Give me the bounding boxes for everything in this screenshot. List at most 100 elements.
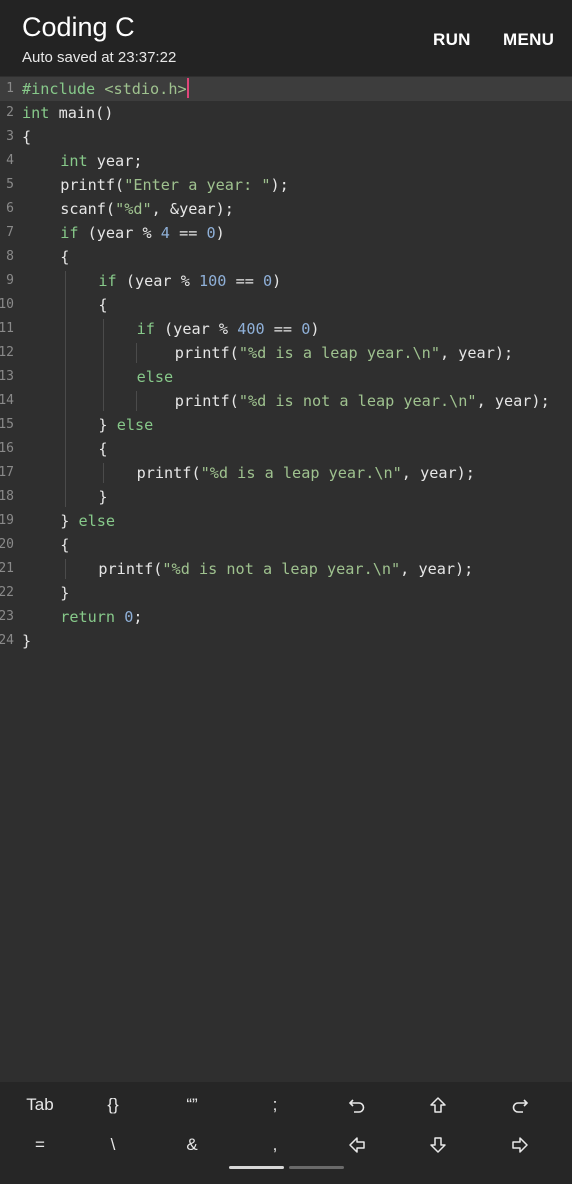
- code-line[interactable]: 5 printf("Enter a year: ");: [0, 173, 572, 197]
- line-number: 10: [0, 297, 14, 312]
- code-text: printf("%d is a leap year.\n", year);: [174, 344, 514, 362]
- arrow-right-icon[interactable]: [490, 1125, 550, 1165]
- line-number: 2: [6, 105, 14, 120]
- code-text: int main(): [22, 104, 114, 122]
- ampersand-key[interactable]: &: [162, 1125, 222, 1165]
- code-line[interactable]: 12 printf("%d is a leap year.\n", year);: [0, 341, 572, 365]
- code-text: printf("%d is not a leap year.\n", year)…: [98, 560, 474, 578]
- code-line[interactable]: 16 {: [0, 437, 572, 461]
- braces-key[interactable]: {}: [83, 1085, 143, 1125]
- line-number: 24: [0, 633, 14, 648]
- code-text: scanf("%d", &year);: [60, 200, 234, 218]
- indent-guide: [65, 559, 66, 579]
- code-line[interactable]: 2 int main(): [0, 101, 572, 125]
- code-text: int year;: [60, 152, 143, 170]
- code-line[interactable]: 22}: [0, 581, 572, 605]
- code-line[interactable]: 1 #include <stdio.h>: [0, 77, 572, 101]
- code-text: return 0;: [60, 608, 143, 626]
- code-line[interactable]: 7 if (year % 4 == 0): [0, 221, 572, 245]
- indent-guide: [65, 271, 66, 507]
- indent-guide: [136, 343, 137, 363]
- undo-icon[interactable]: [327, 1085, 387, 1125]
- line-number: 15: [0, 417, 14, 432]
- line-number: 11: [0, 321, 14, 336]
- line-number: 13: [0, 369, 14, 384]
- code-text: {: [98, 296, 108, 314]
- code-line[interactable]: 10 {: [0, 293, 572, 317]
- code-text: #include <stdio.h>: [22, 78, 189, 98]
- code-editor[interactable]: 1 #include <stdio.h> 2 int main() 3{4 int yea…: [0, 76, 572, 1082]
- app-bar: Coding C Auto saved at 23:37:22 RUN MENU: [0, 0, 572, 76]
- line-number: 5: [6, 177, 14, 192]
- code-line[interactable]: 3{: [0, 125, 572, 149]
- line-number: 16: [0, 441, 14, 456]
- line-number: 6: [6, 201, 14, 216]
- code-text: {: [22, 128, 32, 146]
- line-number: 7: [6, 225, 14, 240]
- code-line[interactable]: 18}: [0, 485, 572, 509]
- line-number: 3: [6, 129, 14, 144]
- line-number: 1: [6, 81, 14, 96]
- line-number: 12: [0, 345, 14, 360]
- equals-key[interactable]: =: [10, 1125, 70, 1165]
- line-number: 17: [0, 465, 14, 480]
- code-text: if (year % 100 == 0): [98, 272, 282, 290]
- run-button[interactable]: RUN: [433, 30, 471, 50]
- code-line[interactable]: 24}: [0, 629, 572, 653]
- line-number: 8: [6, 249, 14, 264]
- code-text: if (year % 400 == 0): [136, 320, 320, 338]
- symbol-keyboard-bar: Tab {} “”; = \ &,: [0, 1082, 572, 1184]
- line-number: 4: [6, 153, 14, 168]
- code-text: printf("%d is a leap year.\n", year);: [136, 464, 475, 482]
- code-line[interactable]: 13 else: [0, 365, 572, 389]
- code-line[interactable]: 14 printf("%d is not a leap year.\n", yea…: [0, 389, 572, 413]
- code-text: } else: [60, 512, 116, 530]
- line-number: 9: [6, 273, 14, 288]
- line-number: 19: [0, 513, 14, 528]
- indent-guide: [103, 463, 104, 483]
- code-text: {: [60, 536, 70, 554]
- page-indicator: [289, 1166, 344, 1169]
- backslash-key[interactable]: \: [83, 1125, 143, 1165]
- tab-key[interactable]: Tab: [10, 1085, 70, 1125]
- code-text: printf("%d is not a leap year.\n", year)…: [174, 392, 550, 410]
- arrow-left-icon[interactable]: [327, 1125, 387, 1165]
- semicolon-key[interactable]: ;: [245, 1085, 305, 1125]
- code-text: if (year % 4 == 0): [60, 224, 225, 242]
- code-line[interactable]: 15 } else: [0, 413, 572, 437]
- code-line[interactable]: 20 {: [0, 533, 572, 557]
- code-text: }: [98, 488, 108, 506]
- line-number: 21: [0, 561, 14, 576]
- code-line[interactable]: 19 } else: [0, 509, 572, 533]
- indent-guide: [136, 391, 137, 411]
- code-line[interactable]: 21 printf("%d is not a leap year.\n", yea…: [0, 557, 572, 581]
- code-line[interactable]: 23 return 0;: [0, 605, 572, 629]
- line-number: 18: [0, 489, 14, 504]
- code-line[interactable]: 6 scanf("%d", &year);: [0, 197, 572, 221]
- indent-guide: [103, 319, 104, 411]
- comma-key[interactable]: ,: [245, 1125, 305, 1165]
- code-text: }: [22, 632, 32, 650]
- line-number: 22: [0, 585, 14, 600]
- code-line[interactable]: 17 printf("%d is a leap year.\n", year);: [0, 461, 572, 485]
- arrow-down-icon[interactable]: [408, 1125, 468, 1165]
- line-number: 14: [0, 393, 14, 408]
- code-line[interactable]: 9 if (year % 100 == 0): [0, 269, 572, 293]
- line-number: 23: [0, 609, 14, 624]
- code-line[interactable]: 11 if (year % 400 == 0): [0, 317, 572, 341]
- menu-button[interactable]: MENU: [503, 30, 554, 50]
- code-text: else: [136, 368, 174, 386]
- autosave-status: Auto saved at 23:37:22: [22, 49, 177, 66]
- code-text: {: [60, 248, 70, 266]
- arrow-up-icon[interactable]: [408, 1085, 468, 1125]
- line-number: 20: [0, 537, 14, 552]
- code-text: {: [98, 440, 108, 458]
- code-line[interactable]: 4 int year;: [0, 149, 572, 173]
- code-line[interactable]: 8{: [0, 245, 572, 269]
- app-title: Coding C: [22, 12, 135, 42]
- code-text: printf("Enter a year: ");: [60, 176, 289, 194]
- quotes-key[interactable]: “”: [162, 1085, 222, 1125]
- code-text: } else: [98, 416, 154, 434]
- code-text: }: [60, 584, 70, 602]
- redo-icon[interactable]: [490, 1085, 550, 1125]
